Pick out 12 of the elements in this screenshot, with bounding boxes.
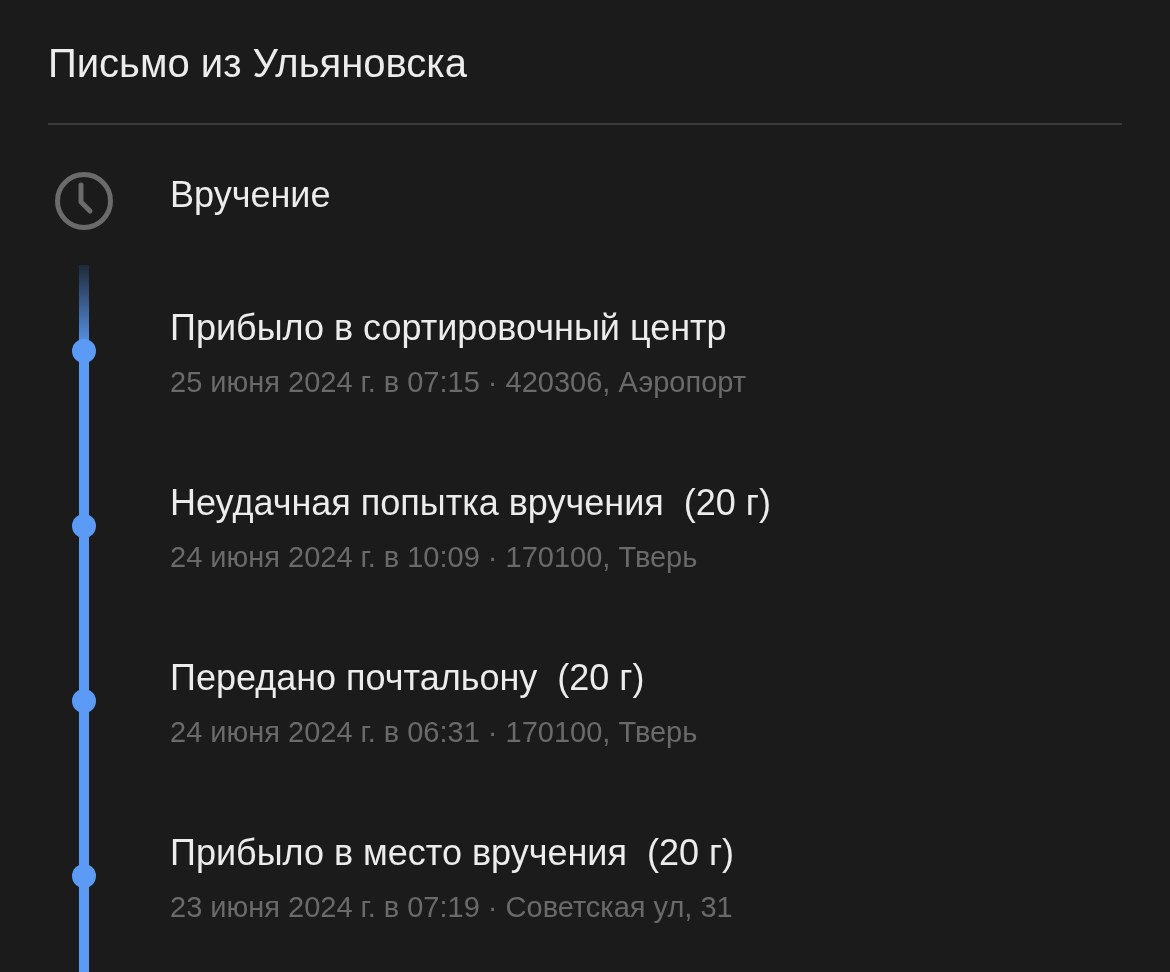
event-details: 24 июня 2024 г. в 10:09 · 170100, Тверь (170, 540, 699, 575)
timeline-dot (72, 339, 96, 363)
event-title: Передано почтальону (20 г) (170, 656, 646, 700)
event-title: Прибыло в место вручения (20 г) (170, 831, 735, 875)
page-title: Письмо из Ульяновска (48, 40, 468, 87)
status-label: Вручение (170, 173, 331, 217)
event-title: Прибыло в сортировочный центр (170, 306, 728, 350)
event-details: 24 июня 2024 г. в 06:31 · 170100, Тверь (170, 715, 698, 750)
event-details: 25 июня 2024 г. в 07:15 · 420306, Аэропорт (170, 365, 747, 400)
event-details: 23 июня 2024 г. в 07:19 · Советская ул, 31 (170, 890, 734, 925)
event-title: Неудачная попытка вручения (20 г) (170, 481, 771, 525)
clock-icon (54, 171, 114, 231)
